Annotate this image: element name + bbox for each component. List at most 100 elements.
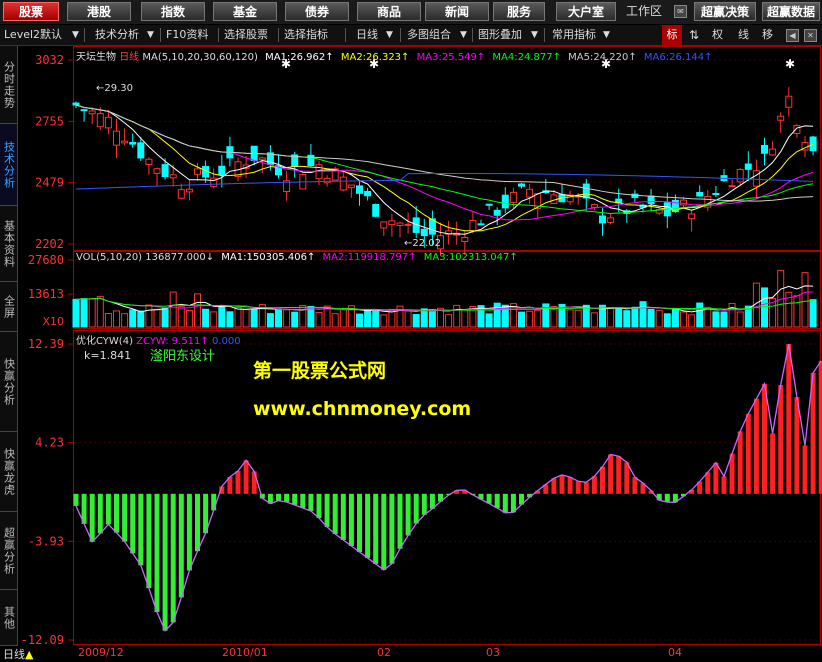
sort-icon[interactable]: ⇅	[689, 25, 699, 45]
super-data-button[interactable]: 超赢数据	[762, 2, 820, 21]
chevron-left-icon[interactable]: ◀	[786, 29, 799, 42]
ma5-label: MA5:	[568, 52, 593, 63]
sidebar-item-fundamentals[interactable]: 基本资料	[0, 206, 18, 282]
chevron-down-icon[interactable]: ▼	[72, 25, 79, 45]
indicator-bar	[284, 494, 289, 502]
star-marker: ✱	[785, 57, 795, 71]
sidebar-item-super-analysis[interactable]: 超赢分析	[0, 512, 18, 590]
indicator-bar	[130, 494, 135, 554]
period-indicator[interactable]: 日线▲	[3, 646, 33, 662]
tab-news[interactable]: 新闻	[425, 2, 489, 21]
volume-bar	[332, 314, 338, 327]
sidebar-item-other[interactable]: 其他	[0, 590, 18, 646]
candle-body	[357, 186, 363, 193]
volume-bar	[462, 310, 468, 327]
adjust-tab[interactable]: 权	[712, 25, 723, 45]
volume-bar	[632, 307, 638, 327]
menu-overlay[interactable]: 图形叠加	[478, 25, 522, 45]
top-toolbar: 股票 港股 指数 基金 债券 商品 新闻 服务 大户室 工作区 ✉ 超赢决策 超…	[0, 0, 822, 24]
candle-body	[373, 204, 379, 216]
candle-body	[105, 117, 111, 128]
ma6-value: 26.144↑	[669, 52, 712, 63]
indicator-bar	[90, 494, 95, 542]
candle-body	[154, 169, 160, 174]
super-decision-button[interactable]: 超赢决策	[694, 2, 756, 21]
tab-commodities[interactable]: 商品	[357, 2, 421, 21]
close-icon[interactable]: ✕	[804, 29, 817, 42]
candle-body	[146, 159, 152, 164]
sidebar-item-intraday[interactable]: 分时走势	[0, 46, 18, 124]
candle-body	[729, 186, 735, 187]
triangle-up-icon: ▲	[25, 648, 33, 661]
candle-body	[381, 222, 387, 228]
vol-ma1-value: 150305.406↑	[247, 252, 316, 263]
x-axis-bar: 日线▲ 2009/12 2010/01 02 03 04	[0, 646, 822, 658]
menu-multi-chart[interactable]: 多图组合	[407, 25, 451, 45]
sidebar-item-quick-analysis[interactable]: 快赢分析	[0, 332, 18, 432]
menu-common-indicators[interactable]: 常用指标	[552, 25, 596, 45]
sidebar-item-technical[interactable]: 技术分析	[0, 124, 18, 206]
menu-technical-analysis[interactable]: 技术分析	[95, 25, 139, 45]
workspace-label[interactable]: 工作区	[626, 2, 662, 21]
candle-body	[697, 193, 703, 197]
indicator-tick-label: 12.39	[28, 337, 64, 351]
volume-bar	[405, 311, 411, 327]
tab-services[interactable]: 服务	[493, 2, 545, 21]
chevron-down-icon[interactable]: ▼	[603, 25, 610, 45]
menu-separator	[84, 28, 85, 42]
sidebar-item-quick-dragon[interactable]: 快赢龙虎	[0, 432, 18, 512]
chevron-down-icon[interactable]: ▼	[460, 25, 467, 45]
tab-bonds[interactable]: 债券	[285, 2, 349, 21]
sidebar-item-label: 分时走势	[1, 61, 17, 109]
menu-level2-default[interactable]: Level2默认	[4, 25, 62, 45]
move-tab[interactable]: 移	[762, 25, 773, 45]
chevron-down-icon[interactable]: ▼	[147, 25, 154, 45]
tab-funds[interactable]: 基金	[213, 2, 277, 21]
indicator-tick-label: -3.93	[28, 534, 64, 548]
candle-body	[462, 237, 468, 241]
mark-tab[interactable]: 标	[662, 25, 682, 45]
indicator-bar	[503, 494, 508, 513]
tab-hk-stocks[interactable]: 港股	[67, 2, 131, 21]
chevron-down-icon[interactable]: ▼	[386, 25, 393, 45]
tab-index[interactable]: 指数	[141, 2, 205, 21]
tab-stocks[interactable]: 股票	[3, 2, 59, 21]
candle-body	[608, 218, 614, 223]
sidebar-item-fullscreen[interactable]: 全屏	[0, 282, 18, 332]
indicator-bar	[341, 494, 346, 540]
vol-ma2-value: 119918.797↑	[348, 252, 417, 263]
volume-bar	[130, 310, 136, 327]
chevron-down-icon[interactable]: ▼	[531, 25, 538, 45]
volume-bar	[203, 309, 209, 327]
indicator-bar	[738, 431, 743, 493]
menu-separator	[400, 28, 401, 42]
indicator-bar	[794, 397, 799, 494]
menu-select-stock[interactable]: 选择股票	[224, 25, 268, 45]
candle-body	[786, 96, 792, 107]
indicator-bar	[422, 494, 427, 515]
candle-body	[478, 224, 484, 225]
candle-body	[421, 229, 427, 235]
price-tick-label: 2755	[35, 114, 64, 128]
candle-body	[324, 178, 330, 182]
mail-icon[interactable]: ✉	[674, 5, 687, 18]
volume-bar	[373, 311, 379, 327]
volume-bar	[591, 313, 597, 327]
indicator-bar	[398, 494, 403, 549]
menu-select-indicator[interactable]: 选择指标	[284, 25, 328, 45]
volume-bar	[551, 307, 557, 327]
candle-body	[745, 164, 751, 169]
candle-body	[122, 141, 128, 143]
volume-bar	[567, 310, 573, 327]
x-label-03: 03	[486, 646, 500, 659]
vol-value: 136877.000↓	[145, 252, 214, 263]
menu-f10-info[interactable]: F10资料	[166, 25, 208, 45]
candle-body	[794, 126, 800, 134]
line-tab[interactable]: 线	[738, 25, 749, 45]
menu-daily[interactable]: 日线	[356, 25, 378, 45]
candle-body	[648, 196, 654, 204]
indicator-bar	[632, 477, 637, 494]
vol-ma3-value: 102313.047↑	[449, 252, 518, 263]
tab-vip-room[interactable]: 大户室	[556, 2, 616, 21]
indicator-bar	[106, 494, 111, 525]
